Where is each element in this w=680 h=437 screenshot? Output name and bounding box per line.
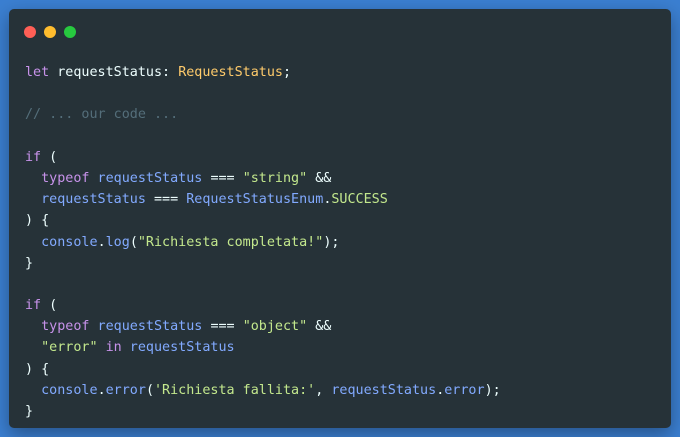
code-token: && — [307, 170, 332, 186]
code-token: error — [444, 382, 485, 398]
code-token: requestStatus — [331, 382, 437, 398]
code-token: console — [25, 234, 98, 250]
code-token: ; — [283, 65, 292, 80]
code-line: if ( — [25, 295, 501, 316]
code-token: SUCCESS — [331, 192, 388, 208]
code-line: // ... our code ... — [25, 104, 501, 125]
minimize-button[interactable] — [44, 26, 56, 38]
code-token: ( — [129, 234, 138, 250]
code-line: ) { — [25, 359, 501, 380]
code-window: let requestStatus: RequestStatus; // ...… — [9, 9, 671, 428]
code-token: "object" — [242, 319, 308, 335]
code-line: console.log("Richiesta completata!"); — [25, 232, 501, 253]
window-controls — [24, 26, 76, 38]
maximize-button[interactable] — [64, 26, 76, 38]
code-token: typeof — [41, 170, 90, 186]
code-token: requestStatus — [25, 192, 154, 208]
code-token: RequestStatusEnum — [178, 192, 324, 208]
code-line: } — [25, 253, 501, 274]
code-line: let requestStatus: RequestStatus; — [25, 62, 501, 83]
code-line: "error" in requestStatus — [25, 337, 501, 358]
close-button[interactable] — [24, 26, 36, 38]
code-token: ); — [484, 382, 501, 398]
code-line: requestStatus === RequestStatusEnum.SUCC… — [25, 189, 501, 210]
code-token: ( — [41, 298, 58, 314]
code-token: if — [25, 149, 42, 165]
code-token: let — [25, 65, 50, 80]
code-token: === — [154, 192, 179, 208]
code-token: } — [25, 404, 34, 419]
code-token: . — [97, 382, 106, 398]
code-token: ( — [145, 382, 154, 398]
code-token: "Richiesta completata!" — [137, 234, 324, 250]
code-line: } — [25, 401, 501, 422]
code-line: ) { — [25, 210, 501, 231]
code-token: requestStatus — [121, 340, 235, 356]
code-token: RequestStatus — [178, 65, 283, 80]
code-line: console.error('Richiesta fallita:', requ… — [25, 380, 501, 401]
code-token: console — [25, 382, 98, 398]
code-token: requestStatus: — [49, 65, 179, 80]
code-block: let requestStatus: RequestStatus; // ...… — [25, 62, 501, 422]
code-token: . — [97, 234, 106, 250]
code-line: if ( — [25, 147, 501, 168]
code-token: in — [105, 340, 122, 356]
code-token: , — [315, 382, 332, 398]
code-token: "error" — [41, 340, 98, 356]
code-token: ); — [323, 234, 340, 250]
code-token: ) { — [25, 213, 50, 229]
code-token: typeof — [41, 319, 90, 335]
code-token: ) { — [25, 361, 50, 377]
code-token: // ... our code ... — [25, 107, 179, 123]
code-token: log — [105, 234, 130, 250]
code-token: requestStatus — [89, 319, 211, 335]
code-token: === — [210, 170, 235, 186]
code-token: 'Richiesta fallita:' — [154, 382, 316, 398]
code-token: error — [105, 382, 146, 398]
code-token: requestStatus — [89, 170, 211, 186]
code-line: typeof requestStatus === "object" && — [25, 316, 501, 337]
code-token: === — [210, 319, 235, 335]
code-token: if — [25, 298, 42, 314]
code-token: && — [307, 319, 332, 335]
code-token: } — [25, 255, 34, 271]
code-line: typeof requestStatus === "string" && — [25, 168, 501, 189]
code-token: "string" — [242, 170, 308, 186]
code-token: ( — [41, 149, 58, 165]
